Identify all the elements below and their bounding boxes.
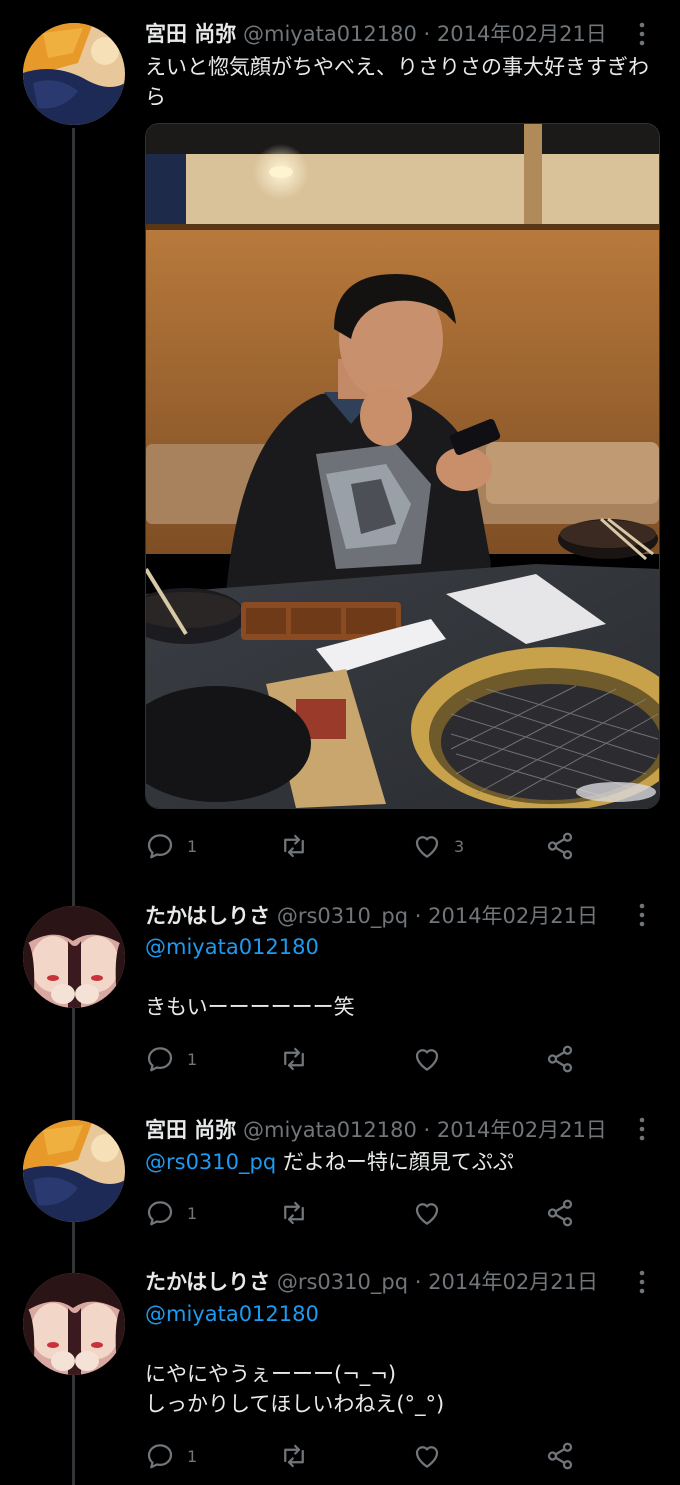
share-icon <box>547 832 573 860</box>
tweet-text: にやにやうぇーーー(¬_¬) しっかりしてほしいわねえ(°_°) <box>145 1362 445 1416</box>
retweet-icon <box>284 834 304 858</box>
like-button[interactable] <box>412 1197 454 1229</box>
reply-button[interactable]: 1 <box>145 1197 197 1229</box>
heart-icon <box>415 836 439 858</box>
like-button[interactable]: 3 <box>412 830 464 862</box>
like-count: 3 <box>454 836 465 856</box>
reply-icon <box>147 834 173 859</box>
tweet-header: 宮田 尚弥 @miyata012180 · 2014年02月21日 <box>145 1116 610 1144</box>
share-button[interactable] <box>545 1197 575 1229</box>
heart-icon <box>415 1446 439 1468</box>
reply-count: 1 <box>187 1203 198 1223</box>
tweet-date[interactable]: 2014年02月21日 <box>437 1118 607 1142</box>
separator: · <box>423 1118 431 1142</box>
tweet-photo[interactable] <box>145 123 660 809</box>
retweet-icon <box>284 1047 304 1071</box>
display-name[interactable]: 宮田 尚弥 <box>145 1118 236 1142</box>
retweet-button[interactable] <box>278 1440 322 1472</box>
avatar[interactable] <box>23 23 125 125</box>
tweet-actions: 1 <box>145 1197 595 1229</box>
separator: · <box>414 904 422 928</box>
reply-icon <box>147 1201 173 1226</box>
tweet[interactable]: たかはしりさ @rs0310_pq · 2014年02月21日 @miyata0… <box>0 1255 680 1485</box>
reply-count: 1 <box>187 1446 198 1466</box>
tweet-header: 宮田 尚弥 @miyata012180 · 2014年02月21日 <box>145 20 610 48</box>
user-handle[interactable]: @miyata012180 <box>243 1118 417 1142</box>
share-button[interactable] <box>545 830 575 862</box>
user-handle[interactable]: @miyata012180 <box>243 22 417 46</box>
tweet[interactable]: 宮田 尚弥 @miyata012180 · 2014年02月21日 @rs031… <box>0 1095 680 1255</box>
share-icon <box>547 1199 573 1227</box>
tweet-date[interactable]: 2014年02月21日 <box>437 22 607 46</box>
avatar[interactable] <box>23 1273 125 1375</box>
like-button[interactable] <box>412 1440 454 1472</box>
more-vertical-icon[interactable] <box>632 1269 652 1295</box>
avatar[interactable] <box>23 1120 125 1222</box>
reply-mention[interactable]: @miyata012180 <box>145 1299 660 1329</box>
more-vertical-icon[interactable] <box>632 21 652 47</box>
more-vertical-icon[interactable] <box>632 902 652 928</box>
tweet-actions: 1 <box>145 1440 595 1472</box>
tweet-header: たかはしりさ @rs0310_pq · 2014年02月21日 <box>145 1268 610 1296</box>
user-handle[interactable]: @rs0310_pq <box>277 1270 408 1294</box>
reply-icon <box>147 1047 173 1072</box>
share-icon <box>547 1442 573 1470</box>
display-name[interactable]: 宮田 尚弥 <box>145 22 236 46</box>
tweet-actions: 1 <box>145 1043 595 1075</box>
display-name[interactable]: たかはしりさ <box>145 904 270 928</box>
reply-mention[interactable]: @rs0310_pq <box>145 1150 276 1174</box>
separator: · <box>414 1270 422 1294</box>
avatar[interactable] <box>23 906 125 1008</box>
tweet-text: きもいーーーーーー笑 <box>145 995 355 1019</box>
reply-icon <box>147 1444 173 1469</box>
share-button[interactable] <box>545 1440 575 1472</box>
reply-button[interactable]: 1 <box>145 1043 197 1075</box>
tweet[interactable]: たかはしりさ @rs0310_pq · 2014年02月21日 @miyata0… <box>0 880 680 1095</box>
tweet-actions: 1 3 <box>145 830 595 862</box>
reply-button[interactable]: 1 <box>145 1440 197 1472</box>
tweet[interactable]: 宮田 尚弥 @miyata012180 · 2014年02月21日 えいと惚気顔… <box>0 0 680 880</box>
tweet-date[interactable]: 2014年02月21日 <box>428 904 598 928</box>
reply-count: 1 <box>187 836 198 856</box>
tweet-text: えいと惚気顔がちやべえ、りさりさの事大好きすぎわら <box>145 55 649 109</box>
retweet-button[interactable] <box>278 830 322 862</box>
retweet-icon <box>284 1444 304 1468</box>
tweet-text: だよねー特に顔見てぷぷ <box>282 1150 514 1174</box>
reply-count: 1 <box>187 1049 198 1069</box>
reply-button[interactable]: 1 <box>145 830 197 862</box>
separator: · <box>423 22 431 46</box>
retweet-button[interactable] <box>278 1043 322 1075</box>
tweet-date[interactable]: 2014年02月21日 <box>428 1270 598 1294</box>
retweet-button[interactable] <box>278 1197 322 1229</box>
tweet-header: たかはしりさ @rs0310_pq · 2014年02月21日 <box>145 902 610 930</box>
share-button[interactable] <box>545 1043 575 1075</box>
heart-icon <box>415 1203 439 1225</box>
more-vertical-icon[interactable] <box>632 1116 652 1142</box>
tweet-body: @rs0310_pq だよねー特に顔見てぷぷ <box>145 1147 660 1177</box>
user-handle[interactable]: @rs0310_pq <box>277 904 408 928</box>
reply-mention[interactable]: @miyata012180 <box>145 932 660 962</box>
heart-icon <box>415 1049 439 1071</box>
like-button[interactable] <box>412 1043 454 1075</box>
share-icon <box>547 1045 573 1073</box>
retweet-icon <box>284 1201 304 1225</box>
display-name[interactable]: たかはしりさ <box>145 1270 270 1294</box>
